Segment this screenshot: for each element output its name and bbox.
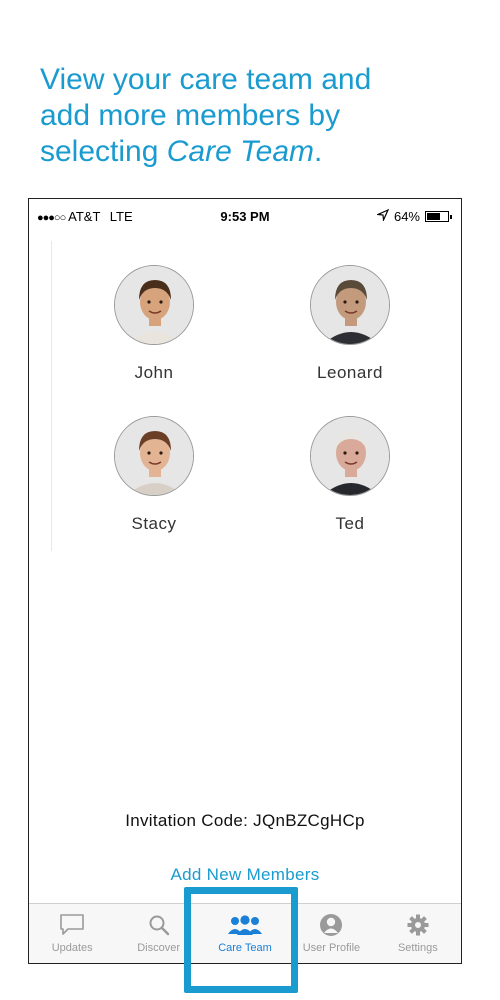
care-team-member-leonard[interactable]: Leonard xyxy=(280,265,420,383)
avatar-photo xyxy=(115,266,193,344)
profile-icon xyxy=(288,912,374,938)
search-icon xyxy=(115,912,201,938)
tab-label: Discover xyxy=(137,942,180,954)
location-arrow-icon xyxy=(375,208,390,224)
battery-icon xyxy=(425,211,452,222)
caption-line-1: View your care team and xyxy=(40,63,372,96)
care-team-member-john[interactable]: John xyxy=(84,265,224,383)
avatar xyxy=(310,416,390,496)
tab-discover[interactable]: Discover xyxy=(115,904,201,963)
avatar-photo xyxy=(311,417,389,495)
care-team-member-stacy[interactable]: Stacy xyxy=(84,416,224,534)
tab-label: Care Team xyxy=(218,942,272,954)
tutorial-caption: View your care team and add more members… xyxy=(40,62,480,170)
member-name: John xyxy=(134,363,174,382)
phone-screen: ●●●○○ AT&T LTE 9:53 PM 64% John Leonard … xyxy=(28,198,462,964)
status-bar: ●●●○○ AT&T LTE 9:53 PM 64% xyxy=(29,199,461,233)
tab-settings[interactable]: Settings xyxy=(375,904,461,963)
member-name: Ted xyxy=(335,514,365,533)
avatar-photo xyxy=(115,417,193,495)
avatar xyxy=(114,265,194,345)
status-right: 64% xyxy=(375,208,452,224)
care-team-member-ted[interactable]: Ted xyxy=(280,416,420,534)
battery-percent: 64% xyxy=(393,209,420,224)
invitation-code: Invitation Code: JQnBZCgHCp xyxy=(125,811,365,830)
member-name: Stacy xyxy=(131,514,177,533)
tab-bar: Updates Discover Care Team User Profile xyxy=(29,903,461,963)
tab-care-team[interactable]: Care Team xyxy=(202,904,288,963)
gear-icon xyxy=(375,912,461,938)
member-name: Leonard xyxy=(317,363,383,382)
chat-bubble-icon xyxy=(29,912,115,938)
tab-label: Settings xyxy=(397,942,438,954)
caption-line-2: add more members by xyxy=(40,99,341,132)
avatar-photo xyxy=(311,266,389,344)
tab-user-profile[interactable]: User Profile xyxy=(288,904,374,963)
tab-updates[interactable]: Updates xyxy=(29,904,115,963)
divider xyxy=(51,241,52,551)
group-icon xyxy=(202,912,288,938)
tab-label: User Profile xyxy=(302,942,361,954)
caption-emphasis: Care Team xyxy=(166,135,315,168)
caption-line-3: selecting Care Team. xyxy=(40,135,323,168)
avatar xyxy=(310,265,390,345)
add-new-members-link[interactable]: Add New Members xyxy=(29,865,461,885)
tab-label: Updates xyxy=(51,942,93,954)
avatar xyxy=(114,416,194,496)
